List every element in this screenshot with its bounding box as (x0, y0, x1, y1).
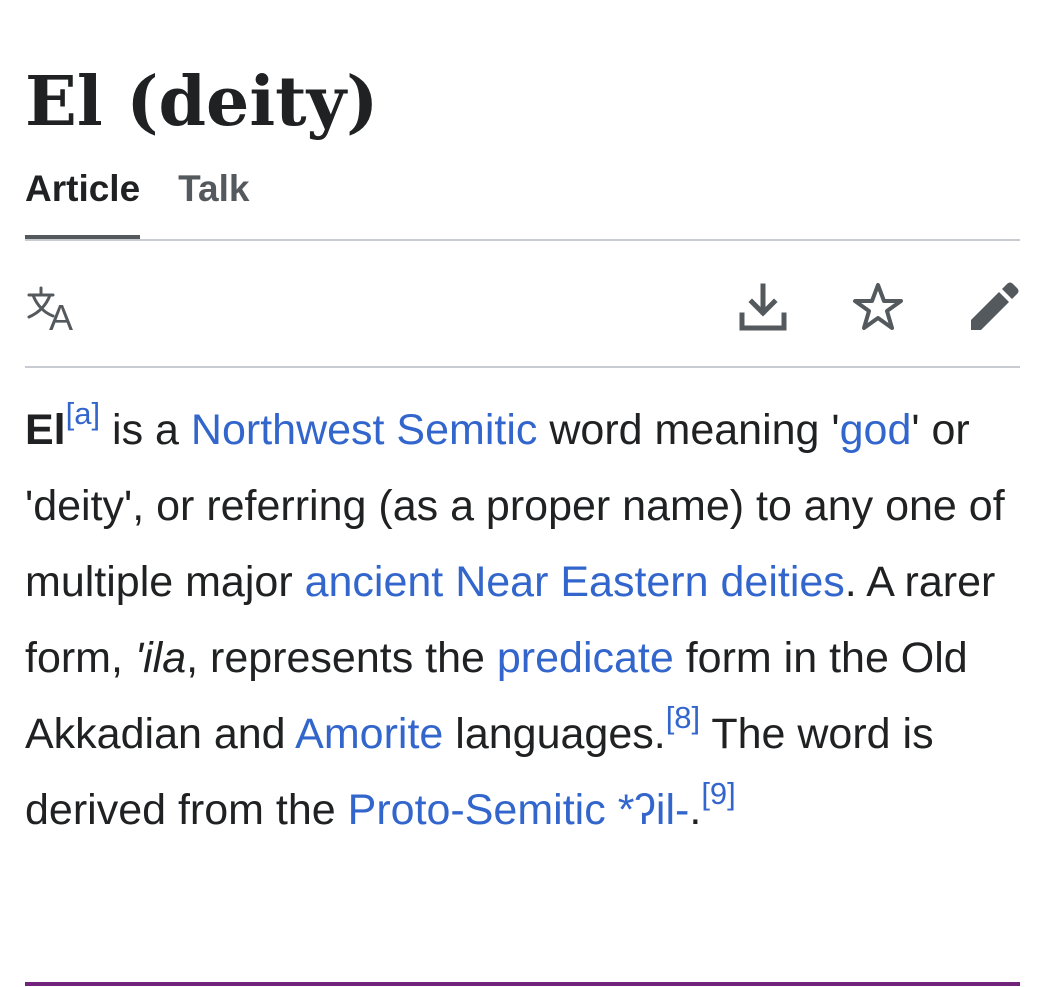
footnote-a-link[interactable]: [a] (66, 396, 100, 431)
article-term: El (25, 406, 66, 454)
language-icon[interactable]: A (25, 280, 81, 336)
reference-8-link[interactable]: [8] (666, 700, 700, 735)
link-proto-semitic[interactable]: Proto-Semitic (348, 786, 606, 834)
italic-term-ila: 'ila (134, 634, 187, 682)
text (606, 786, 618, 834)
page-title: El (deity) (25, 61, 379, 142)
link-predicate[interactable]: predicate (497, 634, 674, 682)
page-tabs: Article Talk (25, 168, 249, 240)
link-ancient-near-eastern-deities[interactable]: ancient Near Eastern deities (305, 558, 845, 606)
link-god[interactable]: god (840, 406, 912, 454)
section-divider (25, 982, 1020, 986)
text: languages. (443, 710, 666, 758)
text: is a (100, 406, 191, 454)
reference-9-link[interactable]: [9] (701, 776, 735, 811)
page-actions-toolbar: A (25, 270, 1020, 345)
svg-text:A: A (49, 297, 73, 336)
article-lead-paragraph: El[a] is a Northwest Semitic word meanin… (25, 392, 1025, 848)
text: word meaning ' (537, 406, 840, 454)
toolbar-divider (25, 366, 1020, 368)
link-amorite[interactable]: Amorite (295, 710, 443, 758)
star-icon[interactable] (850, 280, 906, 336)
tab-talk[interactable]: Talk (178, 168, 249, 240)
text: . (689, 786, 702, 834)
edit-pencil-icon[interactable] (965, 280, 1021, 336)
text: , represents the (186, 634, 497, 682)
link-northwest-semitic[interactable]: Northwest Semitic (191, 406, 537, 454)
tab-article[interactable]: Article (25, 168, 141, 240)
download-icon[interactable] (735, 280, 791, 336)
link-il-root[interactable]: *ʔil- (618, 786, 690, 834)
tabs-divider (25, 239, 1020, 241)
